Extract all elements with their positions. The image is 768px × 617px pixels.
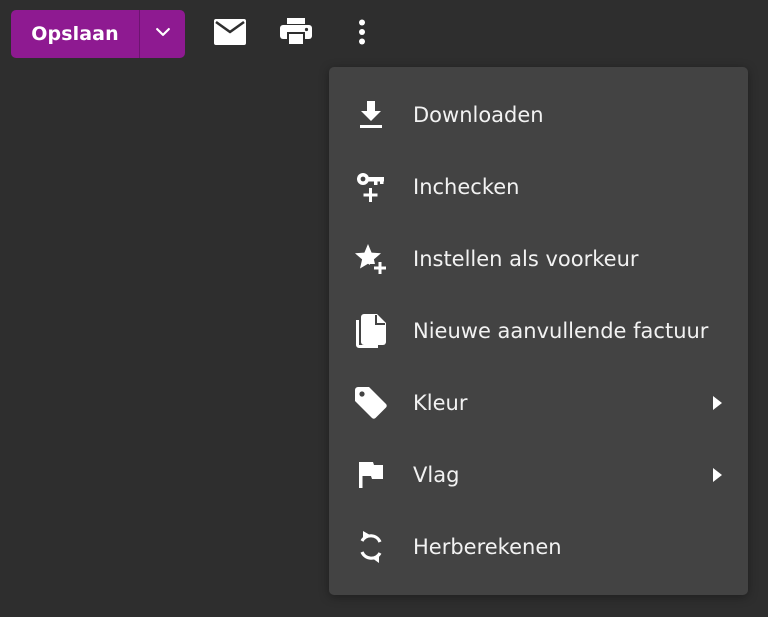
- menu-item-instellen-als-voorkeur[interactable]: Instellen als voorkeur: [329, 223, 748, 295]
- menu-item-vlag[interactable]: Vlag: [329, 439, 748, 511]
- menu-item-label: Nieuwe aanvullende factuur: [413, 319, 709, 343]
- tag-icon: [353, 385, 389, 421]
- menu-item-kleur[interactable]: Kleur: [329, 367, 748, 439]
- menu-item-nieuwe-aanvullende-factuur[interactable]: Nieuwe aanvullende factuur: [329, 295, 748, 367]
- print-icon: [280, 18, 312, 50]
- email-button[interactable]: [210, 14, 250, 54]
- menu-item-label: Vlag: [413, 463, 460, 487]
- key-plus-icon: [353, 169, 389, 205]
- more-options-button[interactable]: [342, 14, 382, 54]
- submenu-arrow-icon: [710, 465, 724, 485]
- more-vertical-icon: [358, 19, 366, 49]
- file-copy-icon: [353, 313, 389, 349]
- menu-item-label: Inchecken: [413, 175, 520, 199]
- menu-item-label: Instellen als voorkeur: [413, 247, 639, 271]
- flag-icon: [353, 457, 389, 493]
- star-plus-icon: [353, 241, 389, 277]
- menu-item-label: Kleur: [413, 391, 468, 415]
- sync-icon: [353, 529, 389, 565]
- chevron-down-icon: [153, 22, 173, 46]
- menu-item-downloaden[interactable]: Downloaden: [329, 79, 748, 151]
- mail-icon: [214, 19, 246, 49]
- menu-item-label: Downloaden: [413, 103, 544, 127]
- download-icon: [353, 97, 389, 133]
- print-button[interactable]: [276, 14, 316, 54]
- more-options-menu: Downloaden Inchecken Instellen als voork…: [329, 67, 748, 595]
- menu-item-label: Herberekenen: [413, 535, 562, 559]
- toolbar: Opslaan: [0, 0, 768, 68]
- submenu-arrow-icon: [710, 393, 724, 413]
- save-options-button[interactable]: [140, 10, 185, 58]
- menu-item-herberekenen[interactable]: Herberekenen: [329, 511, 748, 583]
- save-button[interactable]: Opslaan: [11, 10, 139, 58]
- menu-item-inchecken[interactable]: Inchecken: [329, 151, 748, 223]
- save-split-button: Opslaan: [11, 10, 185, 58]
